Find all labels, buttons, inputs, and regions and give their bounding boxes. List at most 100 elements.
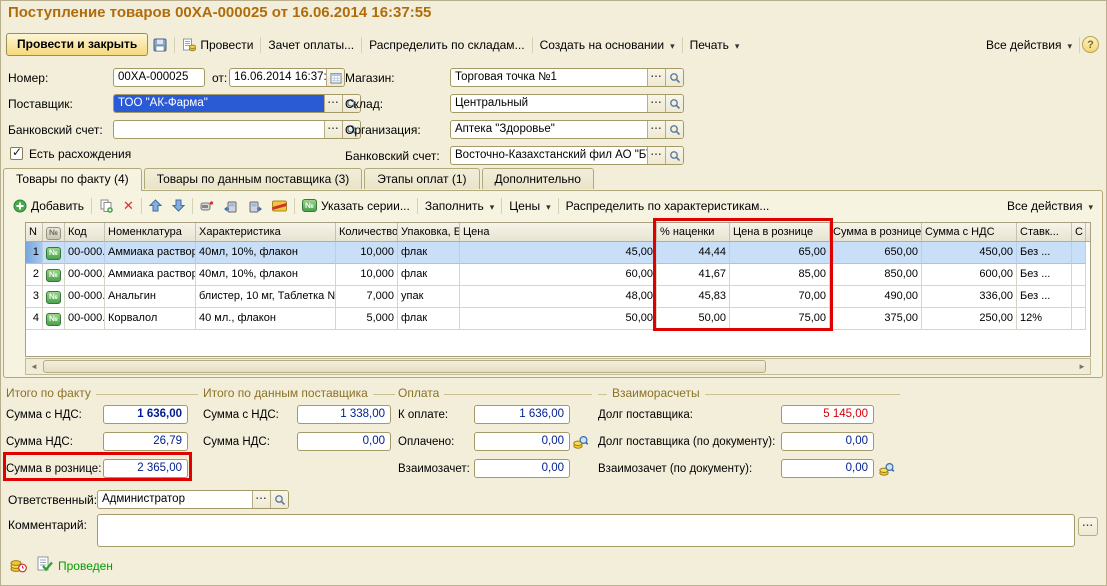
ellipsis-button[interactable] <box>324 121 342 138</box>
move-up-button[interactable] <box>144 197 167 214</box>
add-row-button[interactable]: Добавить <box>8 197 89 215</box>
tab-payment-stages[interactable]: Этапы оплат (1) <box>364 168 479 189</box>
tab-goods-fact[interactable]: Товары по факту (4) <box>3 168 142 191</box>
magnifier-icon[interactable] <box>665 69 683 86</box>
warehouse-field[interactable]: Центральный <box>450 94 684 113</box>
column-header[interactable]: Сумма с НДС <box>922 223 1017 241</box>
magnifier-icon[interactable] <box>270 491 288 508</box>
table-cell[interactable]: 850,00 <box>830 264 922 286</box>
number-field[interactable]: 00ХА-000025 <box>113 68 205 87</box>
table-cell[interactable]: 5,000 <box>336 308 398 330</box>
table-cell[interactable]: 7,000 <box>336 286 398 308</box>
column-header[interactable]: Сумма в рознице <box>830 223 922 241</box>
column-header[interactable]: Упаковка, Ед.... <box>398 223 460 241</box>
date-field[interactable]: 16.06.2014 16:37:55 <box>229 68 345 87</box>
table-cell[interactable]: 60,00 <box>460 264 657 286</box>
barcode-scan-button[interactable] <box>195 197 219 215</box>
paid-details-button[interactable] <box>573 434 589 450</box>
table-cell[interactable]: № <box>43 264 65 286</box>
tab-goods-supplier[interactable]: Товары по данным поставщика (3) <box>144 168 363 189</box>
table-cell[interactable]: № <box>43 286 65 308</box>
table-cell[interactable]: 70,00 <box>730 286 830 308</box>
column-header[interactable]: С <box>1072 223 1086 241</box>
table-cell[interactable]: 490,00 <box>830 286 922 308</box>
column-header[interactable]: № <box>43 223 65 241</box>
magnifier-icon[interactable] <box>665 121 683 138</box>
table-cell[interactable]: упак <box>398 286 460 308</box>
distribute-characteristics-button[interactable]: Распределить по характеристикам... <box>561 197 775 215</box>
magnifier-icon[interactable] <box>665 95 683 112</box>
all-actions-button[interactable]: Все действия <box>981 36 1077 54</box>
table-cell[interactable]: 00-000... <box>65 286 105 308</box>
help-button[interactable]: ? <box>1082 36 1099 53</box>
table-row[interactable]: 1№00-000...Аммиака раствор40мл, 10%, фла… <box>26 242 1090 264</box>
table-row[interactable]: 3№00-000...Анальгинблистер, 10 мг, Табле… <box>26 286 1090 308</box>
distribute-warehouses-button[interactable]: Распределить по складам... <box>364 36 529 54</box>
comment-field[interactable] <box>97 514 1075 547</box>
create-based-on-button[interactable]: Создать на основании <box>535 36 680 54</box>
table-cell[interactable]: 450,00 <box>922 242 1017 264</box>
table-cell[interactable]: 40мл, 10%, флакон <box>196 242 336 264</box>
scroll-right-arrow[interactable] <box>1074 362 1090 371</box>
ellipsis-button[interactable] <box>647 69 665 86</box>
column-header[interactable]: Код <box>65 223 105 241</box>
comment-expand-button[interactable] <box>1078 517 1098 536</box>
table-cell[interactable]: № <box>43 242 65 264</box>
table-cell[interactable] <box>1072 264 1086 286</box>
table-cell[interactable]: Корвалол <box>105 308 196 330</box>
table-cell[interactable]: 40 мл., флакон <box>196 308 336 330</box>
table-cell[interactable]: 44,44 <box>657 242 730 264</box>
table-cell[interactable]: № <box>43 308 65 330</box>
table-cell[interactable]: 48,00 <box>460 286 657 308</box>
terminal-upload-button[interactable] <box>219 197 243 215</box>
table-cell[interactable]: 00-000... <box>65 264 105 286</box>
ellipsis-button[interactable] <box>647 95 665 112</box>
ellipsis-button[interactable] <box>647 121 665 138</box>
column-header[interactable]: Характеристика <box>196 223 336 241</box>
table-cell[interactable]: 12% <box>1017 308 1072 330</box>
fill-button[interactable]: Заполнить <box>420 197 499 215</box>
ellipsis-button[interactable] <box>647 147 665 164</box>
table-cell[interactable]: 45,83 <box>657 286 730 308</box>
table-cell[interactable]: 250,00 <box>922 308 1017 330</box>
table-cell[interactable]: флак <box>398 308 460 330</box>
shop-field[interactable]: Торговая точка №1 <box>450 68 684 87</box>
column-header[interactable]: % наценки <box>657 223 730 241</box>
table-cell[interactable]: 65,00 <box>730 242 830 264</box>
magnifier-icon[interactable] <box>665 147 683 164</box>
horizontal-scrollbar[interactable] <box>25 358 1091 375</box>
table-cell[interactable]: флак <box>398 242 460 264</box>
column-header[interactable]: Ставк... <box>1017 223 1072 241</box>
prices-button[interactable]: Цены <box>504 197 555 215</box>
table-cell[interactable]: флак <box>398 264 460 286</box>
tab-additional[interactable]: Дополнительно <box>482 168 594 189</box>
column-header[interactable]: N <box>26 223 43 241</box>
delete-row-button[interactable]: ✕ <box>118 196 139 216</box>
table-cell[interactable]: 00-000... <box>65 242 105 264</box>
discrepancies-checkbox[interactable] <box>10 147 23 160</box>
scrollbar-thumb[interactable] <box>43 360 766 373</box>
post-button[interactable]: Провести <box>177 36 258 54</box>
specify-series-button[interactable]: № Указать серии... <box>297 197 415 215</box>
table-cell[interactable]: 00-000... <box>65 308 105 330</box>
supplier-field[interactable]: ТОО "АК-Фарма" <box>113 94 361 113</box>
column-header[interactable]: Количество <box>336 223 398 241</box>
table-row[interactable]: 4№00-000...Корвалол40 мл., флакон5,000фл… <box>26 308 1090 330</box>
terminal-download-button[interactable] <box>243 197 267 215</box>
table-cell[interactable]: 650,00 <box>830 242 922 264</box>
table-cell[interactable]: Аммиака раствор <box>105 264 196 286</box>
table-cell[interactable]: 41,67 <box>657 264 730 286</box>
table-cell[interactable]: Аммиака раствор <box>105 242 196 264</box>
table-cell[interactable]: 40мл, 10%, флакон <box>196 264 336 286</box>
offset-doc-details-button[interactable] <box>879 461 895 477</box>
table-cell[interactable]: Анальгин <box>105 286 196 308</box>
table-cell[interactable]: 1 <box>26 242 43 264</box>
ellipsis-button[interactable] <box>324 95 342 112</box>
table-cell[interactable]: Без ... <box>1017 264 1072 286</box>
table-cell[interactable]: Без ... <box>1017 286 1072 308</box>
column-header[interactable]: Цена <box>460 223 657 241</box>
calendar-icon[interactable] <box>326 69 344 86</box>
table-cell[interactable]: 4 <box>26 308 43 330</box>
copy-row-button[interactable] <box>94 197 118 215</box>
table-cell[interactable]: 2 <box>26 264 43 286</box>
